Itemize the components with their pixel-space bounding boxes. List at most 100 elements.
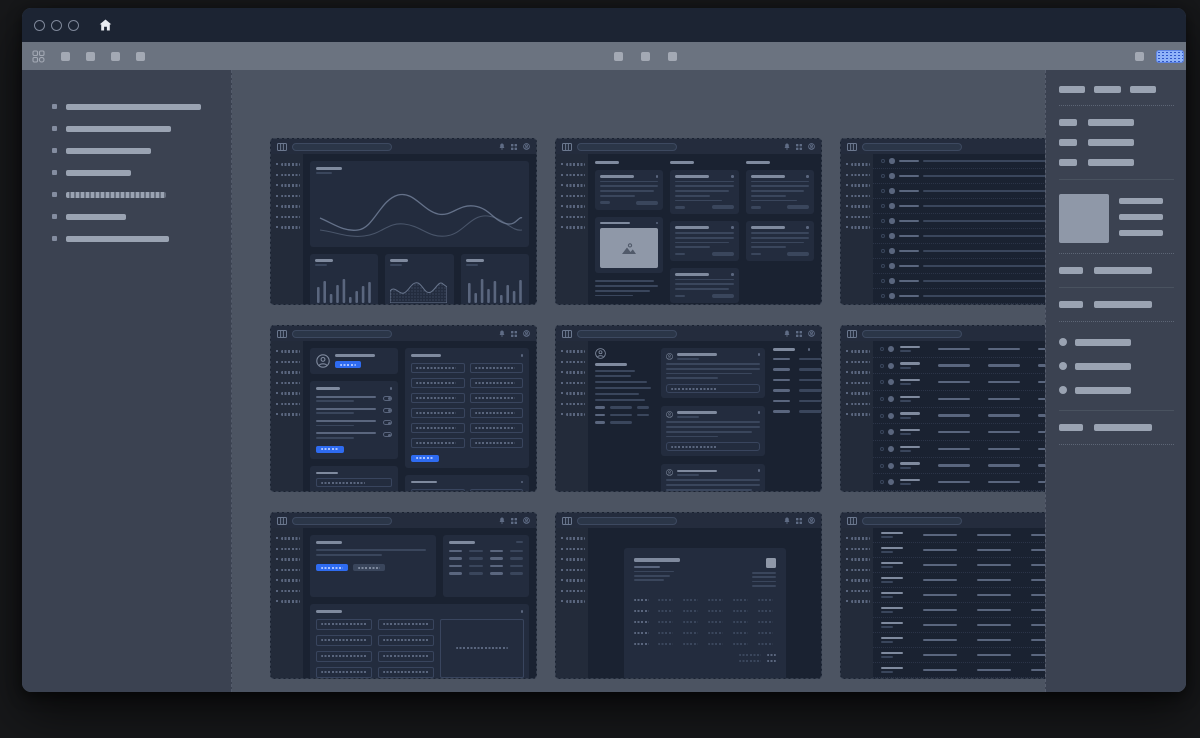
skeleton-dashed-bar — [281, 579, 300, 582]
bell-icon — [499, 517, 505, 524]
mini-sidebar-item — [276, 174, 303, 177]
stat-bar — [469, 557, 482, 560]
toolbar-icon-8[interactable] — [1135, 52, 1144, 61]
skeleton-dashed-bar — [566, 216, 585, 219]
mini-bullet — [846, 392, 848, 394]
name-stack — [881, 532, 903, 538]
profile-avatar-icon — [316, 354, 330, 368]
app-logo-icon[interactable] — [32, 50, 45, 63]
skeleton-bar — [988, 448, 1020, 451]
columns-icon — [562, 517, 572, 525]
bullet-row[interactable] — [1059, 362, 1174, 370]
skeleton-bar — [787, 252, 809, 256]
toolbar-icon-6[interactable] — [641, 52, 650, 61]
label-value-row — [1059, 301, 1174, 308]
skeleton-bar — [938, 348, 970, 351]
mini-bullet — [561, 403, 563, 405]
settings-page-thumbnail[interactable] — [270, 325, 537, 492]
invoice-document-thumbnail[interactable] — [555, 512, 822, 679]
sidebar-item-1[interactable] — [22, 103, 231, 110]
checkbox-icon — [880, 480, 884, 484]
form-page-thumbnail[interactable] — [270, 512, 537, 679]
mini-sidebar-item — [276, 371, 303, 374]
post-header — [666, 411, 760, 418]
skeleton-bar — [390, 259, 408, 262]
stat-row — [595, 414, 653, 417]
home-icon[interactable] — [99, 19, 112, 31]
post-avatar-icon — [666, 353, 673, 360]
mini-sidebar-item — [276, 579, 303, 582]
profile-panel — [310, 348, 398, 374]
bullet-row[interactable] — [1059, 338, 1174, 346]
skeleton-dashed-bar — [358, 567, 380, 569]
sidebar-item-5[interactable] — [22, 191, 231, 198]
analytics-dashboard-thumbnail[interactable] — [270, 138, 537, 305]
toolbar-icon-7[interactable] — [668, 52, 677, 61]
mini-sidebar-item — [276, 163, 303, 166]
window-control[interactable] — [68, 20, 79, 31]
skeleton-bar — [595, 399, 645, 401]
sidebar-item-2[interactable] — [22, 125, 231, 132]
divider — [1059, 287, 1174, 288]
avatar-icon — [889, 173, 895, 179]
toolbar-icon-3[interactable] — [111, 52, 120, 61]
checkbox-icon — [881, 219, 885, 223]
text-input — [411, 423, 465, 433]
skeleton-dashed-bar — [321, 567, 343, 569]
skeleton-bar — [316, 408, 376, 410]
toolbar-icon-1[interactable] — [61, 52, 70, 61]
toolbar-icon-4[interactable] — [136, 52, 145, 61]
trend-list-b — [799, 358, 821, 421]
toggle-row — [316, 420, 392, 426]
skeleton-dashed-bar — [658, 632, 673, 634]
more-icon — [731, 226, 734, 229]
mini-chart-panel — [385, 254, 453, 304]
skeleton-bar — [899, 190, 919, 193]
checkbox-icon — [881, 204, 885, 208]
checkbox-icon — [880, 347, 884, 351]
stat-bar — [510, 550, 523, 553]
mini-sidebar-item — [846, 548, 873, 551]
skeleton-bar — [899, 265, 919, 268]
avatar-icon — [889, 203, 895, 209]
dotted-divider — [1059, 105, 1174, 106]
panel-header — [449, 541, 523, 544]
sidebar-item-4[interactable] — [22, 169, 231, 176]
skeleton-bar — [799, 368, 821, 371]
skeleton-bar — [900, 367, 911, 369]
profile-column — [595, 348, 653, 484]
window-control[interactable] — [34, 20, 45, 31]
skeleton-bar — [923, 624, 957, 627]
skeleton-bar — [637, 406, 649, 409]
sidebar-item-label — [66, 104, 201, 110]
card-title-row — [675, 273, 733, 276]
browser-titlebar — [22, 8, 1186, 42]
toggle-switch — [383, 408, 392, 413]
skeleton-dashed-bar — [566, 569, 585, 572]
skeleton-dashed-bar — [758, 610, 773, 612]
social-feed-thumbnail[interactable] — [555, 325, 822, 492]
mini-bullet — [276, 163, 278, 165]
skeleton-dashed-bar — [281, 403, 300, 406]
toolbar-icon-2[interactable] — [86, 52, 95, 61]
sidebar-item-6[interactable] — [22, 213, 231, 220]
sidebar-item-3[interactable] — [22, 147, 231, 154]
feed-column — [661, 348, 765, 484]
sidebar-item-7[interactable] — [22, 235, 231, 242]
panel-tab-3[interactable] — [1130, 86, 1156, 93]
user-avatar[interactable] — [1156, 50, 1184, 63]
toolbar-icon-5[interactable] — [614, 52, 623, 61]
kanban-board-thumbnail[interactable] — [555, 138, 822, 305]
mini-sidebar-item — [561, 184, 588, 187]
skeleton-dashed-bar — [658, 599, 673, 601]
panel-tab-1[interactable] — [1059, 86, 1085, 93]
skeleton-bar — [666, 377, 718, 379]
bullet-row[interactable] — [1059, 386, 1174, 394]
more-icon — [758, 469, 761, 472]
comment-input — [666, 442, 760, 451]
skeleton-dashed-bar — [708, 610, 723, 612]
skeleton-bar — [751, 237, 809, 239]
window-control[interactable] — [51, 20, 62, 31]
panel-tab-2[interactable] — [1094, 86, 1121, 93]
skeleton-dashed-bar — [475, 382, 515, 384]
